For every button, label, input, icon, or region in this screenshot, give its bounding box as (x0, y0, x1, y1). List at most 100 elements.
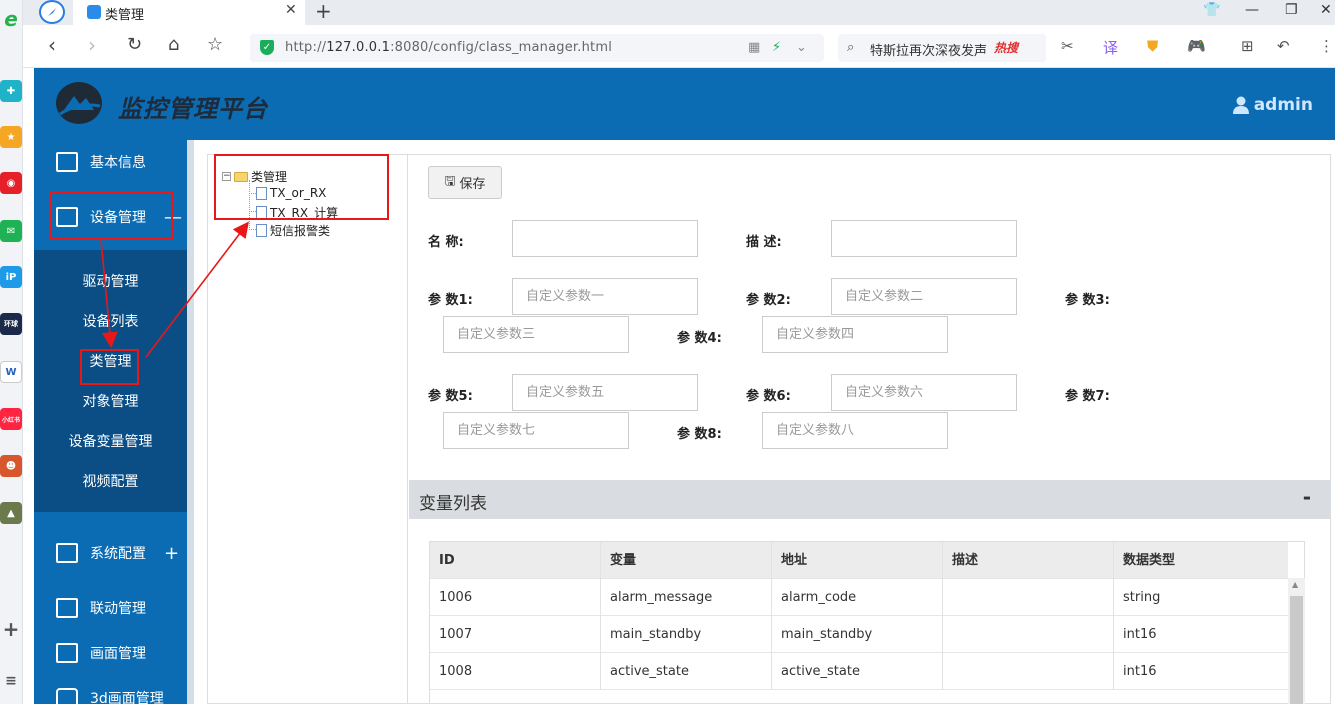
dropdown-icon[interactable]: ⌄ (796, 40, 807, 55)
gamepad-icon[interactable]: 🎮 (1187, 37, 1206, 55)
compass-icon[interactable] (39, 0, 65, 24)
table-row[interactable]: 1008 active_state active_state int16 (430, 653, 1288, 690)
description-input[interactable] (831, 220, 1017, 257)
param2-label: 参 数2: (746, 293, 791, 308)
user-icon (1232, 96, 1249, 114)
bookmark-star-icon[interactable]: ☆ (207, 35, 223, 55)
param1-input[interactable]: 自定义参数一 (512, 278, 698, 315)
active-tab[interactable]: 类管理 ✕ (73, 0, 305, 25)
table-row-partial[interactable] (430, 690, 1288, 703)
cell-id: 1006 (430, 579, 601, 616)
tree-connector (249, 229, 256, 230)
submenu-item-device-list[interactable]: 设备列表 (34, 302, 187, 342)
word-icon[interactable]: W (0, 361, 22, 383)
tree-node-label[interactable]: 短信报警类 (270, 222, 330, 239)
mail-icon[interactable]: ✉ (0, 220, 22, 242)
sidebar-item-basic-info[interactable]: 基本信息 (34, 140, 187, 184)
weibo-icon[interactable]: ◉ (0, 172, 22, 194)
address-bar[interactable]: ✓ http://127.0.0.1:8080/config/class_man… (250, 34, 824, 62)
table-row[interactable]: 1006 alarm_message alarm_code string (430, 579, 1288, 616)
star-app-icon[interactable]: ★ (0, 126, 22, 148)
restore-icon[interactable]: ❐ (1285, 2, 1298, 18)
game-avatar-icon[interactable]: ☻ (0, 455, 22, 477)
qr-code-icon[interactable]: ▦ (748, 40, 760, 55)
cell-address: main_standby (772, 616, 943, 653)
save-button[interactable]: 🖫 保存 (428, 166, 502, 199)
param3-input[interactable]: 自定义参数三 (443, 316, 629, 353)
tab-favicon-icon (87, 5, 101, 19)
ip-app-icon[interactable]: iP (0, 266, 22, 288)
cell-description (943, 653, 1114, 690)
column-header-address[interactable]: 地址 (772, 542, 943, 579)
forward-icon[interactable]: › (88, 35, 96, 55)
variable-list-header: 变量列表 - (409, 480, 1331, 519)
name-input[interactable] (512, 220, 698, 257)
shirt-icon[interactable]: 👕 (1203, 2, 1220, 18)
cell-address: alarm_code (772, 579, 943, 616)
sidebar-item-label: 画面管理 (90, 646, 146, 662)
variable-list-title: 变量列表 (419, 494, 487, 514)
hqwx-icon[interactable]: 环球 (0, 313, 22, 335)
param2-input[interactable]: 自定义参数二 (831, 278, 1017, 315)
tree-node-sms-alarm[interactable]: 短信报警类 (256, 222, 330, 239)
scrollbar-thumb[interactable] (1290, 596, 1303, 704)
plus-app-icon[interactable]: ✚ (0, 80, 22, 102)
search-text[interactable]: 特斯拉再次深夜发声 (870, 40, 987, 59)
xiaohongshu-icon[interactable]: 小红书 (0, 408, 22, 430)
user-menu[interactable]: admin (1232, 95, 1313, 115)
add-dock-icon[interactable]: + (0, 617, 22, 641)
reload-icon[interactable]: ↻ (127, 35, 142, 55)
sidebar-item-linkage[interactable]: 联动管理 (34, 586, 187, 630)
param7-input[interactable]: 自定义参数七 (443, 412, 629, 449)
shield-badge-icon[interactable]: ⛊ (1147, 37, 1158, 55)
more-icon[interactable]: ⋮ (1319, 37, 1334, 55)
submenu-item-device-variable[interactable]: 设备变量管理 (34, 422, 187, 462)
submenu-item-video[interactable]: 视频配置 (34, 462, 187, 502)
param5-input[interactable]: 自定义参数五 (512, 374, 698, 411)
lightning-icon[interactable]: ⚡ (772, 40, 781, 55)
sidebar-item-3d-screen[interactable]: 3d画面管理 (34, 676, 187, 720)
cell-datatype: int16 (1123, 664, 1157, 679)
param4-input[interactable]: 自定义参数四 (762, 316, 948, 353)
new-tab-icon[interactable]: + (315, 0, 332, 23)
column-header-id[interactable]: ID (430, 542, 601, 579)
param6-label: 参 数6: (746, 389, 791, 404)
column-header-description[interactable]: 描述 (943, 542, 1114, 579)
param8-label: 参 数8: (677, 427, 722, 442)
translate-icon[interactable]: 译 (1103, 37, 1118, 58)
sidebar-item-system-config[interactable]: 系统配置 + (34, 531, 187, 575)
table-row[interactable]: 1007 main_standby main_standby int16 (430, 616, 1288, 653)
undo-icon[interactable]: ↶ (1277, 37, 1290, 55)
3d-icon (56, 688, 78, 708)
app-header: 监控管理平台 admin (34, 68, 1335, 140)
minimize-icon[interactable]: — (1245, 2, 1259, 18)
tab-close-icon[interactable]: ✕ (285, 2, 297, 18)
image-icon (56, 643, 78, 663)
cell-description (943, 579, 1114, 616)
param5-label: 参 数5: (428, 389, 473, 404)
scroll-up-icon[interactable]: ▲ (1292, 580, 1298, 589)
scissors-icon[interactable]: ✂ (1061, 37, 1074, 55)
sidebar-item-screen[interactable]: 画面管理 (34, 631, 187, 675)
address-url[interactable]: http://127.0.0.1:8080/config/class_manag… (285, 40, 612, 55)
sliders-icon (56, 543, 78, 563)
param3-label: 参 数3: (1065, 293, 1110, 308)
grid-apps-icon[interactable]: ⊞ (1241, 37, 1254, 55)
window-close-icon[interactable]: ✕ (1320, 2, 1332, 18)
param6-input[interactable]: 自定义参数六 (831, 374, 1017, 411)
pubg-icon[interactable]: ▲ (0, 502, 22, 524)
table-scrollbar[interactable]: ▲ (1288, 578, 1305, 704)
param8-input[interactable]: 自定义参数八 (762, 412, 948, 449)
expand-icon[interactable]: + (164, 543, 179, 564)
home-icon[interactable]: ⌂ (168, 35, 179, 55)
variable-table: ID 变量 地址 描述 数据类型 1006 alarm_message alar… (429, 541, 1305, 704)
column-header-datatype[interactable]: 数据类型 (1114, 542, 1288, 579)
menu-icon[interactable]: ≡ (0, 670, 22, 692)
submenu-item-object[interactable]: 对象管理 (34, 382, 187, 422)
browser-e-icon[interactable]: e (0, 7, 22, 31)
submenu-item-driver[interactable]: 驱动管理 (34, 262, 187, 302)
search-box[interactable]: ⌕ 特斯拉再次深夜发声 热搜 (838, 34, 1046, 62)
collapse-panel-button[interactable]: - (1303, 485, 1311, 509)
column-header-variable[interactable]: 变量 (601, 542, 772, 579)
back-icon[interactable]: ‹ (48, 35, 56, 55)
